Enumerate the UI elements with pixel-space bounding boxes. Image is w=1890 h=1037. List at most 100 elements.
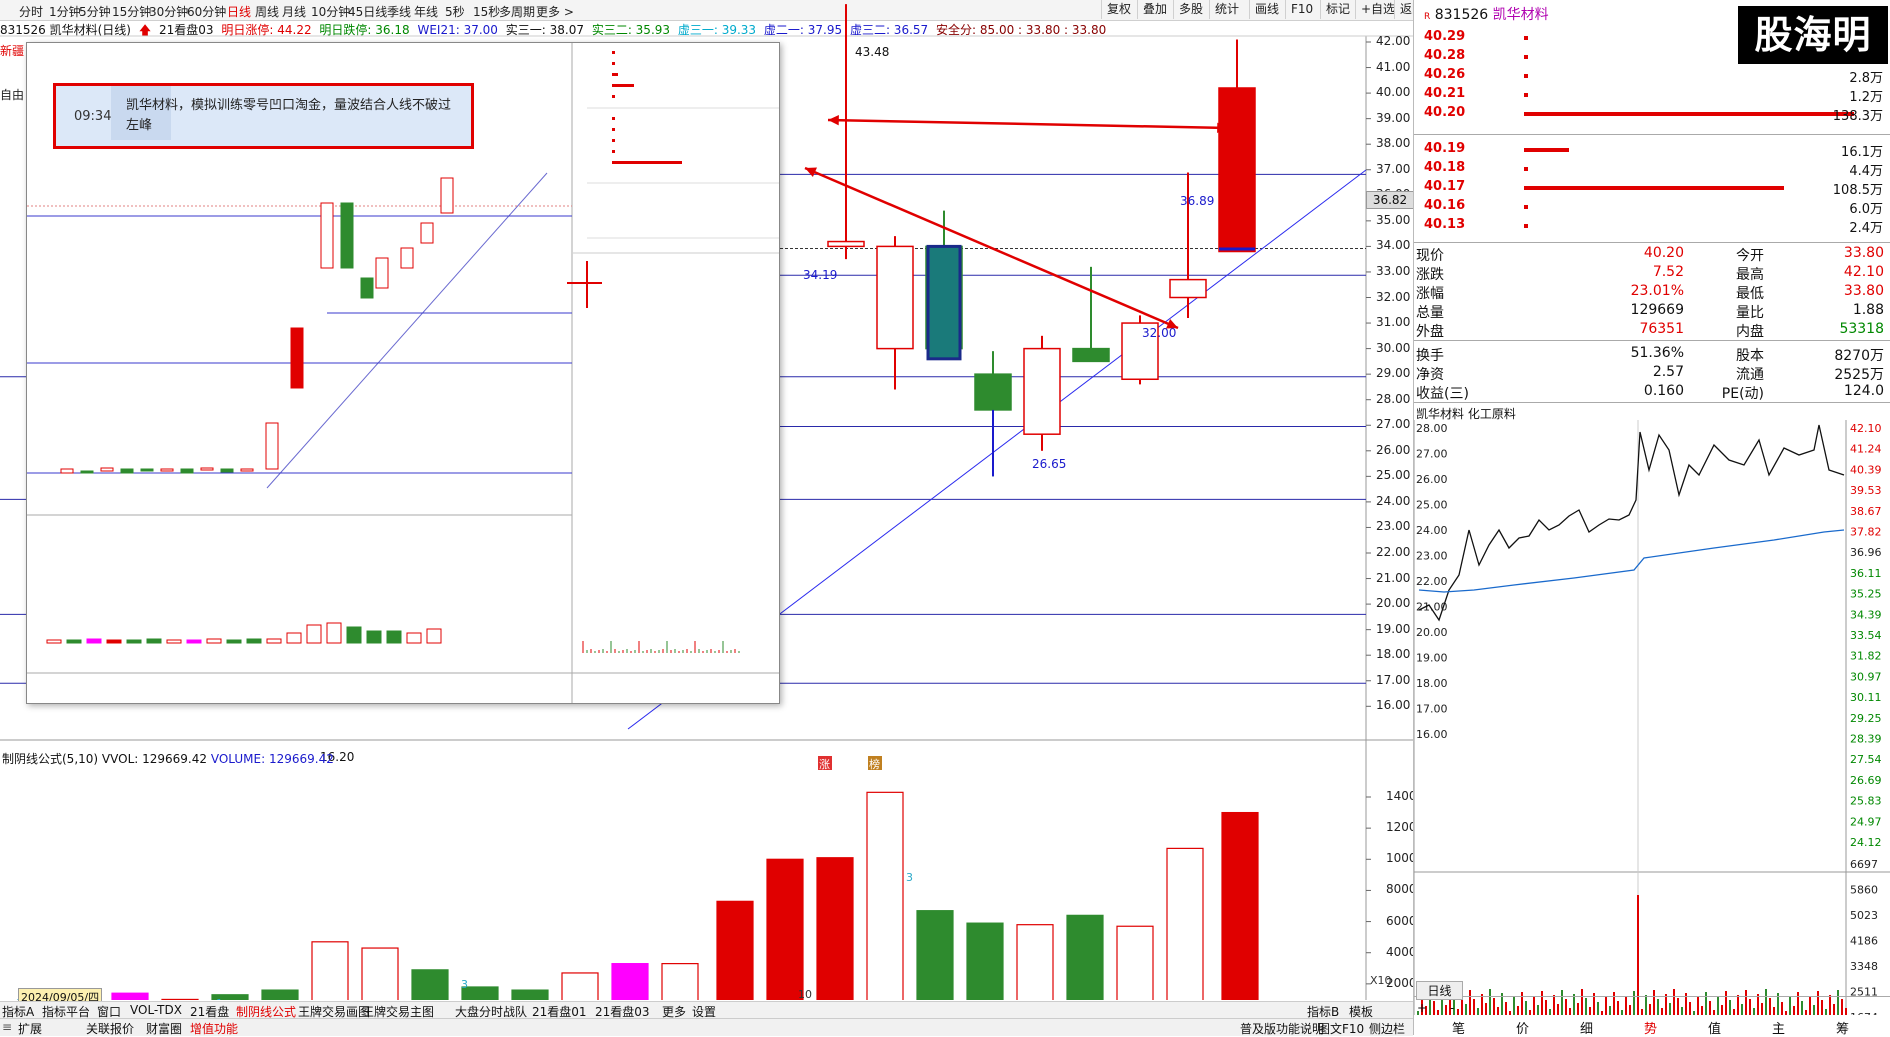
annotation-p2: 36.89 — [1180, 194, 1214, 208]
price-tick-24: 18.00 — [1376, 647, 1411, 662]
ov-sell-bar-4 — [612, 95, 615, 98]
ov-candle-4 — [140, 468, 154, 472]
quote-panel: R 831526 凯华材料 40.29 40.28 40.26 2.8万 40.21 1.… — [1413, 0, 1890, 1037]
ov-vol-7 — [186, 639, 202, 644]
marker-bang: 榜 — [869, 757, 880, 771]
mini-right-tick-15: 28.39 — [1850, 733, 1882, 746]
ov-vol-13 — [306, 624, 322, 644]
volume-bar-5 — [261, 989, 299, 1000]
stat-label2-7: PE(动) — [1721, 386, 1764, 402]
price-tick-25: 17.00 — [1376, 672, 1411, 687]
buy-volume-1: 4.4万 — [1849, 164, 1883, 179]
status-item-2[interactable]: 侧边栏 — [1369, 1020, 1405, 1037]
ov-candle-6 — [180, 468, 194, 474]
volume-bar-16 — [816, 857, 854, 1000]
vol-tick-4: 6000 — [1386, 913, 1417, 928]
buy-row-2: 40.17 108.5万 — [1414, 179, 1890, 198]
ov-candle-3 — [120, 468, 134, 474]
ov-candle-9 — [240, 468, 254, 472]
mini-right-tick-7: 36.11 — [1850, 567, 1882, 580]
mini-tab-0[interactable]: 笔 — [1452, 1018, 1465, 1037]
ov-candle-17 — [420, 222, 434, 244]
intraday-mini-chart[interactable]: 28.0027.0026.0025.0024.0023.0022.0021.00… — [1414, 420, 1890, 1015]
ov-vol-11 — [266, 638, 282, 644]
mini-left-tick-2: 26.00 — [1416, 473, 1448, 486]
stat-label-1: 涨跌 — [1416, 267, 1444, 283]
ov-buy-bar-1 — [612, 128, 615, 131]
price-tick-5: 37.00 — [1376, 161, 1411, 176]
marker-zhang: 涨 — [819, 758, 830, 771]
vol-mark-2: 1 — [216, 997, 223, 1000]
volume-formula-name[interactable]: 制阴线公式(5,10) — [2, 752, 98, 766]
sell-volume-2: 2.8万 — [1849, 71, 1883, 86]
mini-right-tick-19: 24.97 — [1850, 815, 1882, 828]
extension-tab-3[interactable]: 增值功能 — [190, 1020, 238, 1037]
ov-candle-13 — [340, 202, 354, 269]
mini-tab-2[interactable]: 细 — [1580, 1018, 1593, 1037]
orderbook-divider — [1414, 134, 1890, 135]
mini-tab-4[interactable]: 值 — [1708, 1018, 1721, 1037]
extension-tab-2[interactable]: 财富圈 — [146, 1020, 182, 1037]
mini-vol-tick-2: 5023 — [1850, 909, 1878, 922]
ov-vol-17 — [386, 630, 402, 644]
mini-right-tick-14: 29.25 — [1850, 712, 1882, 725]
price-tick-2: 40.00 — [1376, 85, 1411, 100]
stat-value2-4: 53318 — [1839, 321, 1884, 337]
stat-value2-0: 33.80 — [1843, 245, 1884, 261]
vol-tick-5: 4000 — [1386, 944, 1417, 959]
buy-bar-1 — [1524, 167, 1528, 171]
annotation-callout: 09:34 凯华材料，模拟训练零号凹口淘金，量波结合人线不破过左峰 — [53, 83, 474, 149]
volume-bar-8 — [411, 969, 449, 1000]
mini-tab-5[interactable]: 主 — [1772, 1018, 1785, 1037]
candle-body-3 — [974, 373, 1012, 411]
extension-tab-1[interactable]: 关联报价 — [86, 1020, 134, 1037]
ov-candle-18 — [440, 177, 454, 214]
buy-row-0: 40.19 16.1万 — [1414, 141, 1890, 160]
stat-label2-0: 今开 — [1736, 248, 1764, 264]
buy-bar-2 — [1524, 186, 1784, 190]
volume-bar-24 — [1221, 811, 1259, 1000]
stat-label2-5: 股本 — [1736, 348, 1764, 364]
indicator-tab-3[interactable]: VOL-TDX — [130, 1003, 182, 1017]
ov-vol-1 — [66, 639, 82, 644]
buy-price-0: 40.19 — [1424, 141, 1466, 156]
ov-vol-14 — [326, 622, 342, 644]
candle-body-0 — [827, 240, 865, 248]
mini-right-tick-0: 42.10 — [1850, 422, 1882, 435]
callout-text: 凯华材料，模拟训练零号凹口淘金，量波结合人线不破过左峰 — [126, 98, 452, 133]
date-mark: 10 — [798, 988, 812, 1001]
stat-label-7: 收益(三) — [1416, 386, 1469, 402]
status-item-0[interactable]: 普及版功能说明 — [1240, 1020, 1324, 1037]
extension-tab-0[interactable]: 扩展 — [18, 1020, 42, 1037]
ov-vol-19 — [426, 628, 442, 644]
stat-label2-4: 内盘 — [1736, 324, 1764, 340]
sell-price-0: 40.29 — [1424, 29, 1466, 44]
volume-value: VOLUME: 129669.42 — [210, 752, 334, 766]
price-tick-16: 26.00 — [1376, 442, 1411, 457]
mini-tab-6[interactable]: 筹 — [1836, 1018, 1849, 1037]
buy-price-2: 40.17 — [1424, 179, 1466, 194]
buy-volume-2: 108.5万 — [1832, 183, 1883, 198]
mini-tab-1[interactable]: 价 — [1516, 1018, 1529, 1037]
mini-tab-3[interactable]: 势 — [1644, 1018, 1657, 1037]
mini-right-tick-16: 27.54 — [1850, 753, 1882, 766]
annotation-p1: 34.19 — [803, 268, 837, 282]
mini-left-tick-8: 20.00 — [1416, 626, 1448, 639]
ov-vol-0 — [46, 639, 62, 644]
ov-buy-bar-3 — [612, 150, 615, 153]
mini-minus-button[interactable]: - — [1450, 1001, 1454, 1015]
ov-vol-2 — [86, 638, 102, 644]
stat-label-0: 现价 — [1416, 248, 1444, 264]
ov-buy-bar-0 — [612, 117, 615, 120]
mini-date-button[interactable]: 日线 — [1416, 981, 1463, 1000]
arrowhead-0-0 — [828, 114, 839, 126]
price-tick-12: 30.00 — [1376, 340, 1411, 355]
status-item-1[interactable]: 图文F10 — [1318, 1020, 1364, 1037]
volume-bar-19 — [966, 922, 1004, 1000]
volume-bar-13 — [661, 963, 699, 1000]
mini-plus-button[interactable]: + — [1417, 1001, 1427, 1015]
annotation-high: 43.48 — [855, 45, 889, 59]
volume-bar-18 — [916, 910, 954, 1000]
ov-vol-5 — [146, 638, 162, 644]
sell-bar-1 — [1524, 55, 1528, 59]
